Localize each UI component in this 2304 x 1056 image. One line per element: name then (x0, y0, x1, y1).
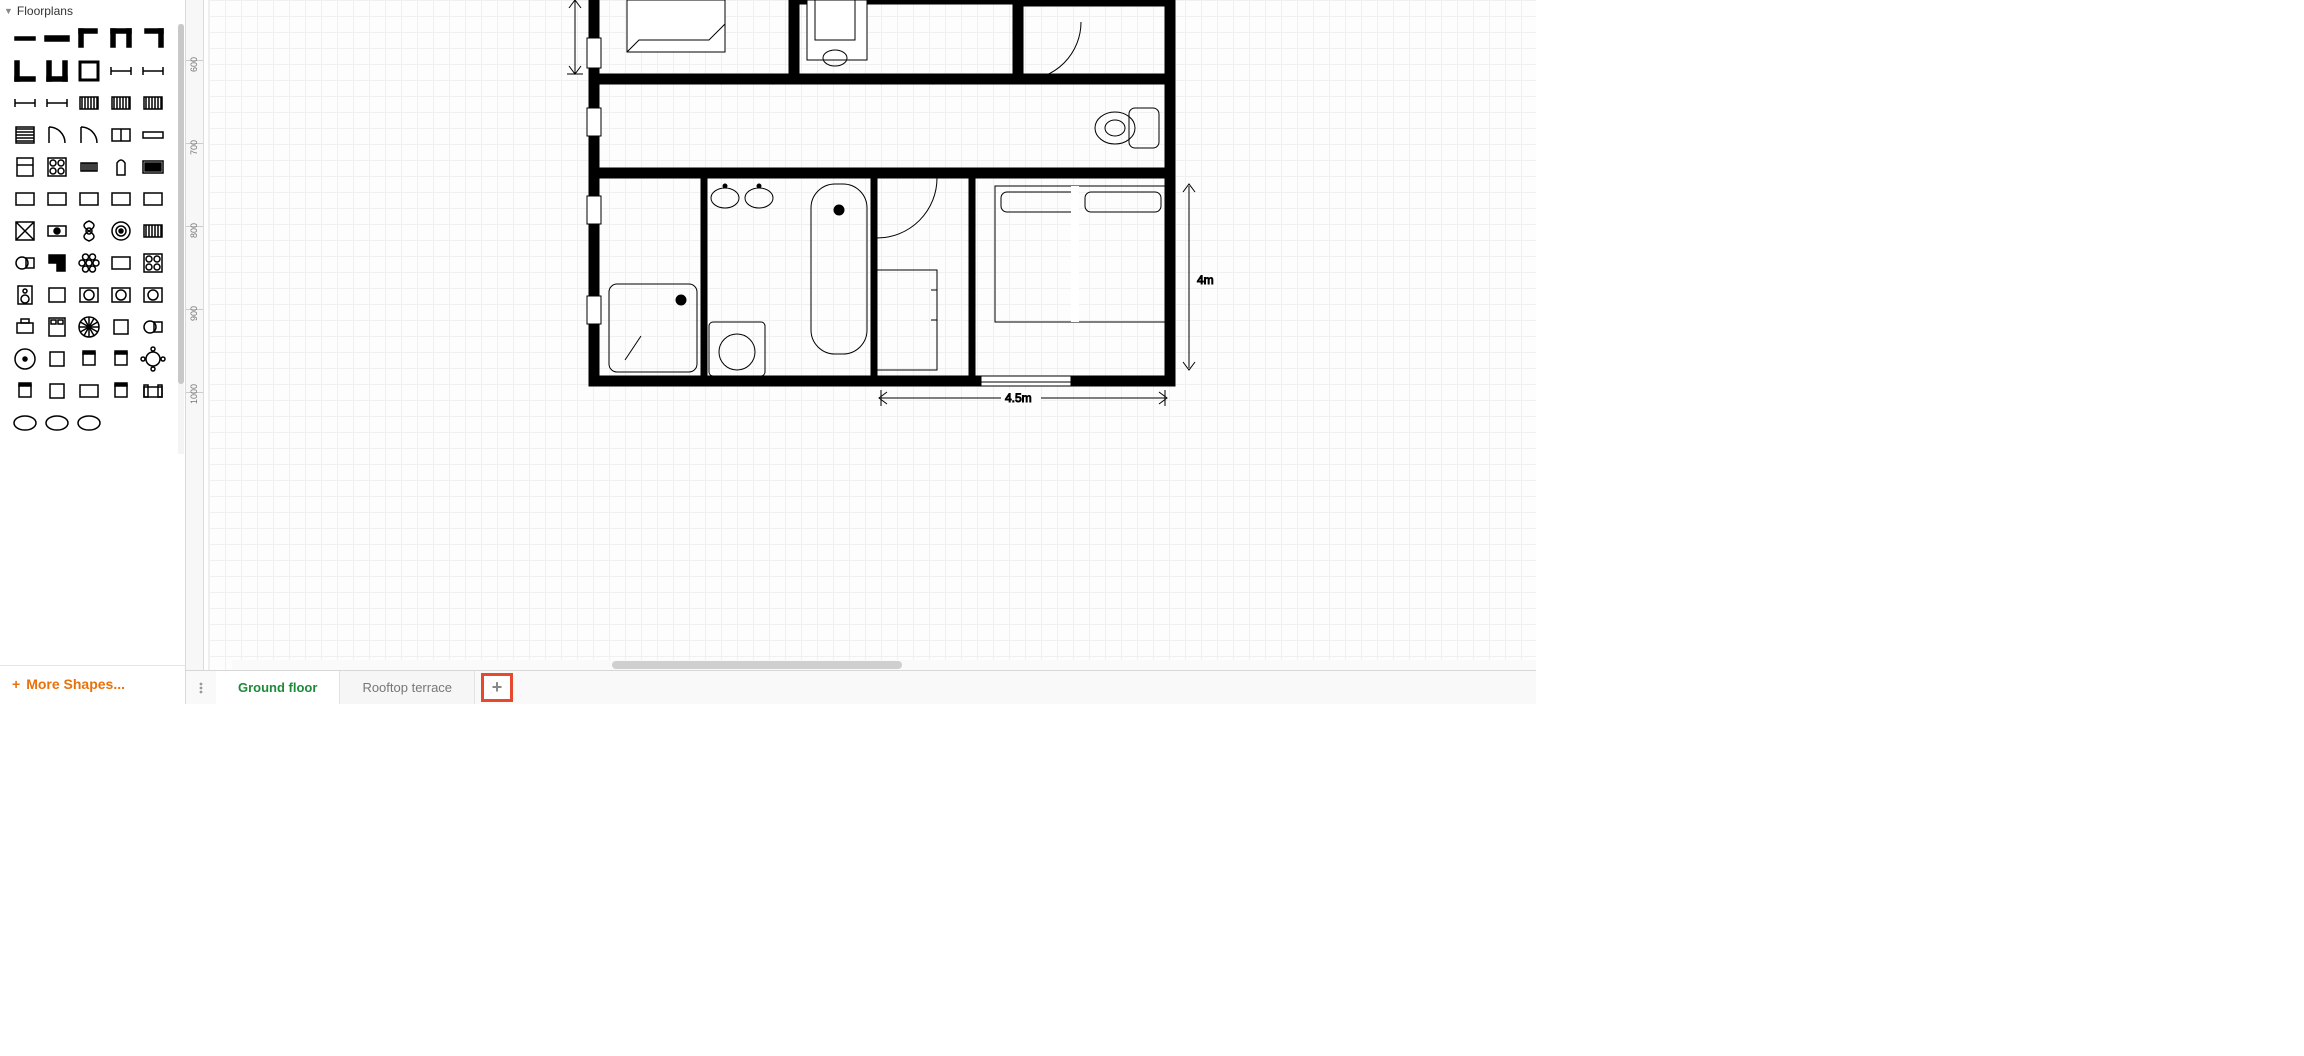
canvas-viewport[interactable]: 4m 4.5m (209, 0, 1536, 670)
shapes-scroll-area (0, 20, 185, 661)
shape-cooktop[interactable] (138, 248, 168, 278)
panel-title: Floorplans (17, 4, 73, 18)
shape-blank[interactable] (106, 408, 136, 438)
shape-vent[interactable] (74, 152, 104, 182)
tab-ground-floor[interactable]: Ground floor (216, 671, 340, 704)
shape-sofa[interactable] (138, 376, 168, 406)
shape-grate-vertical[interactable] (138, 88, 168, 118)
shape-tv[interactable] (138, 152, 168, 182)
plus-icon: + (12, 676, 20, 692)
shape-counter[interactable] (10, 184, 40, 214)
shape-table-oval-8[interactable] (74, 408, 104, 438)
shape-speaker[interactable] (10, 280, 40, 310)
shape-grate[interactable] (74, 88, 104, 118)
shape-wall-horizontal[interactable] (10, 24, 40, 54)
kebab-icon (194, 681, 208, 695)
shape-door-arc-2[interactable] (74, 120, 104, 150)
canvas-scrollbar-thumb[interactable] (612, 661, 902, 669)
shape-dim-vertical[interactable] (10, 88, 40, 118)
shape-desk-office[interactable] (74, 376, 104, 406)
vertical-ruler[interactable]: 600 700 800 900 1000 (186, 0, 204, 670)
shape-grate-2[interactable] (106, 88, 136, 118)
shape-l-desk-3[interactable] (138, 184, 168, 214)
page-tab-bar: Ground floor Rooftop terrace + (186, 670, 1536, 704)
shape-stove[interactable] (42, 344, 72, 374)
shape-armchair[interactable] (10, 376, 40, 406)
shape-cross[interactable] (10, 216, 40, 246)
shape-l-desk[interactable] (74, 184, 104, 214)
shape-toilet-2[interactable] (138, 312, 168, 342)
shape-table-square-4[interactable] (42, 376, 72, 406)
shape-target[interactable] (106, 216, 136, 246)
shape-flower[interactable] (74, 248, 104, 278)
panel-header-floorplans[interactable]: ▼ Floorplans (0, 0, 185, 20)
shape-clock[interactable] (10, 344, 40, 374)
shape-closet-doors[interactable] (106, 120, 136, 150)
ruler-label: 600 (189, 57, 199, 72)
shape-bed[interactable] (42, 312, 72, 342)
shape-chair-up[interactable] (74, 344, 104, 374)
shape-room-box[interactable] (74, 56, 104, 86)
shape-kettle[interactable] (106, 152, 136, 182)
tab-label: Ground floor (238, 680, 317, 695)
shape-table-small[interactable] (106, 312, 136, 342)
ruler-label: 800 (189, 223, 199, 238)
shape-chair-left[interactable] (106, 376, 136, 406)
shape-table-oval-6[interactable] (42, 408, 72, 438)
shape-sink-square[interactable] (106, 280, 136, 310)
shape-dim-vertical-2[interactable] (42, 88, 72, 118)
shape-dim-horizontal[interactable] (106, 56, 136, 86)
shape-sink-double[interactable] (138, 280, 168, 310)
add-page-button[interactable]: + (481, 673, 513, 702)
shape-dim-label[interactable] (138, 56, 168, 86)
dimension-bottom-label: 4.5m (1005, 391, 1032, 405)
sidebar-scrollbar-thumb[interactable] (178, 24, 184, 384)
shape-cooktop-small[interactable] (42, 152, 72, 182)
shape-rug[interactable] (42, 280, 72, 310)
shape-window-slit[interactable] (138, 120, 168, 150)
shape-stairs[interactable] (10, 120, 40, 150)
canvas-horizontal-scrollbar[interactable] (232, 660, 1536, 670)
shape-shelf-1[interactable] (106, 248, 136, 278)
shape-fridge[interactable] (10, 152, 40, 182)
shape-ceiling-fan[interactable] (74, 216, 104, 246)
page-menu-button[interactable] (186, 671, 216, 704)
shape-lamp[interactable] (42, 216, 72, 246)
shape-l-desk-2[interactable] (106, 184, 136, 214)
main-area: 600 700 800 900 1000 (186, 0, 1536, 704)
shape-door-arc-1[interactable] (42, 120, 72, 150)
shape-piano[interactable] (42, 248, 72, 278)
shape-dresser[interactable] (10, 312, 40, 342)
shape-blank[interactable] (138, 408, 168, 438)
sidebar-scrollbar[interactable] (178, 24, 184, 454)
shape-toilet-1[interactable] (10, 248, 40, 278)
shape-wall-u[interactable] (42, 56, 72, 86)
plus-icon: + (492, 677, 503, 698)
ruler-label: 700 (189, 140, 199, 155)
more-shapes-button[interactable]: + More Shapes... (0, 666, 185, 704)
tab-rooftop-terrace[interactable]: Rooftop terrace (340, 671, 475, 704)
shape-wall-l[interactable] (10, 56, 40, 86)
more-shapes-label: More Shapes... (26, 676, 125, 692)
shape-desk-small[interactable] (42, 184, 72, 214)
shape-sink-round[interactable] (74, 280, 104, 310)
shapes-sidebar: ▼ Floorplans + More Shapes... (0, 0, 186, 704)
tab-label: Rooftop terrace (362, 680, 452, 695)
shapes-grid (10, 24, 181, 438)
shape-wall-corner-u[interactable] (106, 24, 136, 54)
shape-wall-horizontal-thick[interactable] (42, 24, 72, 54)
shape-table-oval-4[interactable] (10, 408, 40, 438)
collapse-icon: ▼ (4, 6, 13, 16)
shape-table-round-4[interactable] (138, 344, 168, 374)
shape-wall-corner-left[interactable] (74, 24, 104, 54)
floorplan-drawing[interactable]: 4m 4.5m (209, 0, 1536, 440)
ruler-label: 900 (189, 306, 199, 321)
ruler-label: 1000 (189, 384, 199, 404)
shape-chair-right[interactable] (106, 344, 136, 374)
shape-wall-corner-right[interactable] (138, 24, 168, 54)
canvas-zone: 600 700 800 900 1000 (186, 0, 1536, 670)
shape-spiral-stairs[interactable] (74, 312, 104, 342)
dimension-right-label: 4m (1197, 273, 1214, 287)
shape-blinds[interactable] (138, 216, 168, 246)
